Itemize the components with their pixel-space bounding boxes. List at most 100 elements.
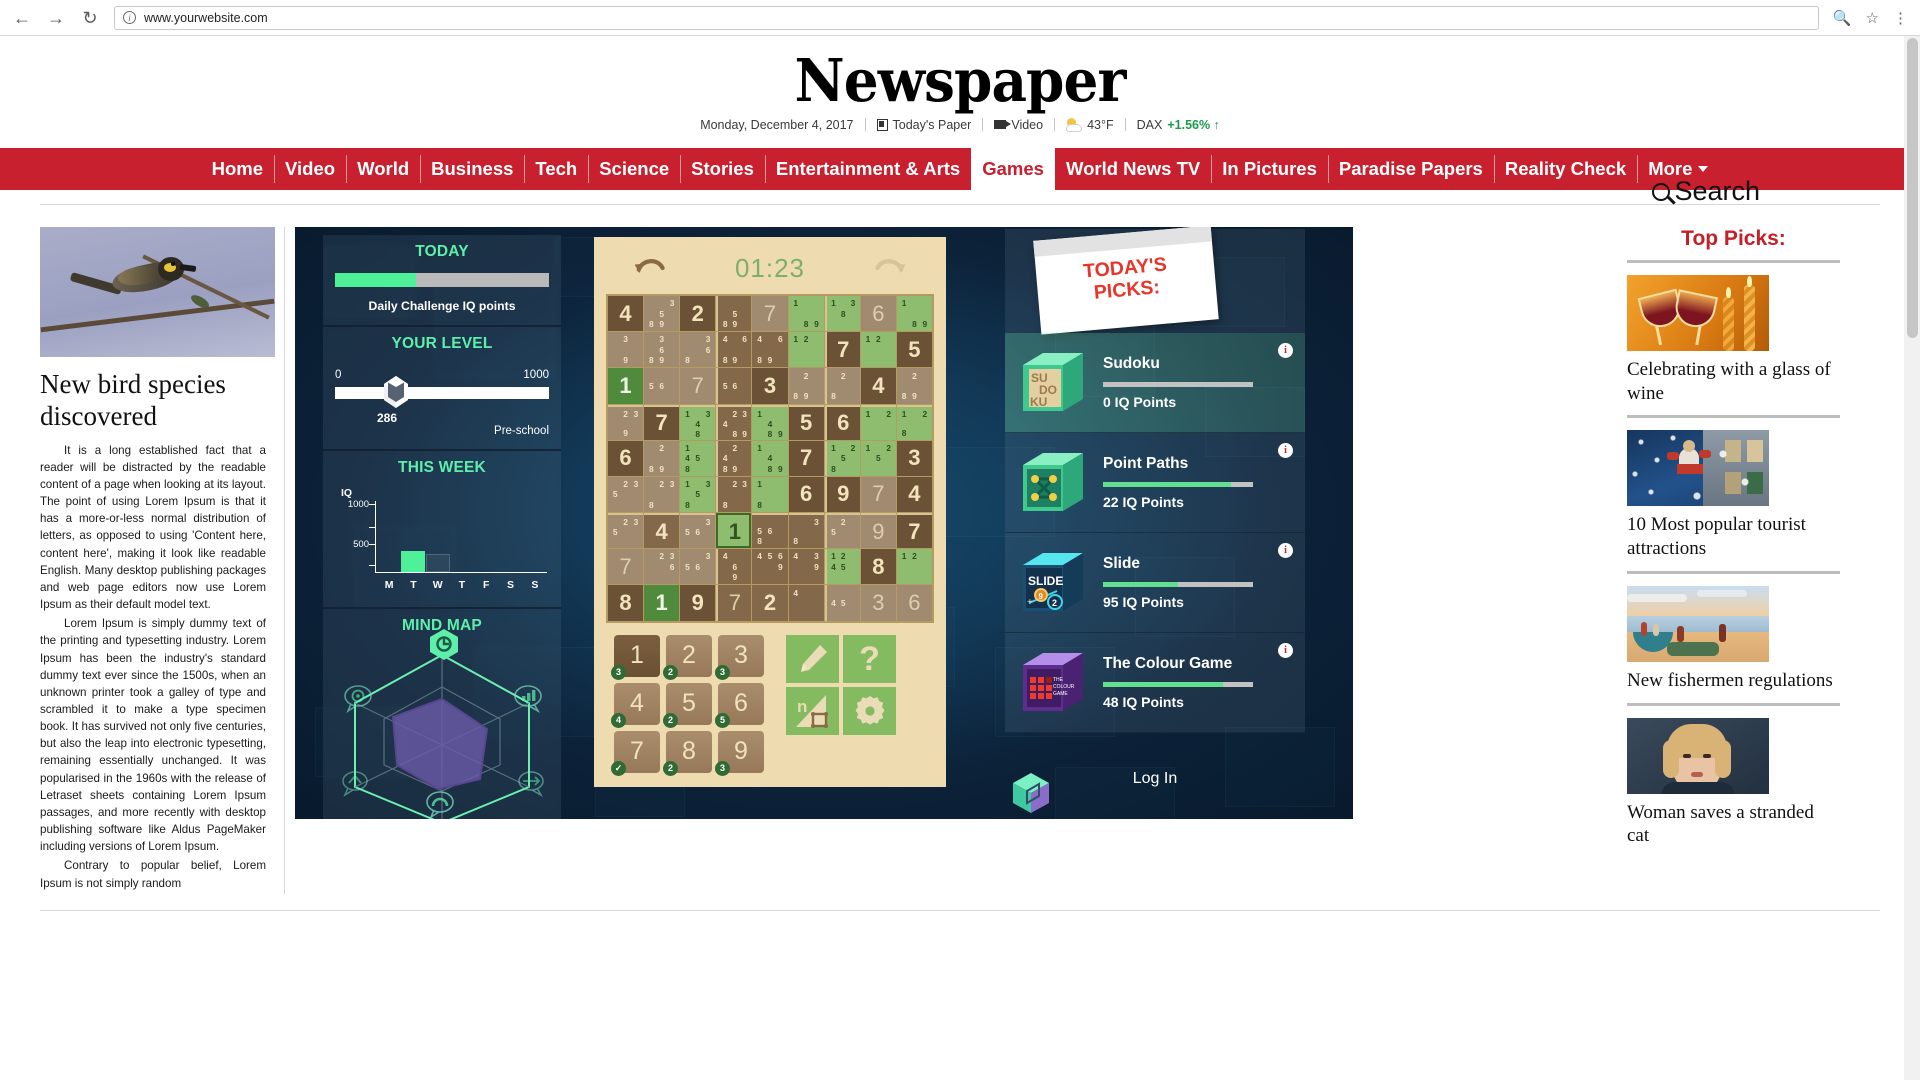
notes-icon[interactable]: n [786, 686, 839, 735]
site-info-icon[interactable]: i [123, 11, 136, 24]
sudoku-cell[interactable]: 18 [752, 476, 788, 513]
sudoku-cell[interactable]: 7 [680, 368, 716, 404]
nav-item-games[interactable]: Games [971, 147, 1055, 190]
nav-item-video[interactable]: Video [274, 148, 346, 190]
sudoku-cell[interactable]: 25 [824, 513, 860, 549]
sudoku-cell[interactable]: 4 [644, 513, 680, 549]
sudoku-cell[interactable]: 12 [860, 332, 896, 368]
nav-item-entertainment-arts[interactable]: Entertainment & Arts [764, 148, 971, 190]
sudoku-cell[interactable]: 8 [608, 585, 644, 621]
sudoku-cell[interactable]: 28 [824, 368, 860, 404]
pick-row[interactable]: THE COLOUR GAME The Colour Game 48 IQ Points… [1005, 632, 1305, 733]
sudoku-cell[interactable]: 189 [896, 295, 932, 332]
sudoku-cell[interactable]: 56 [644, 368, 680, 404]
sudoku-cell[interactable]: 3589 [644, 295, 680, 332]
sudoku-cell[interactable]: 1348 [680, 404, 716, 440]
numpad-key-4[interactable]: 44 [611, 682, 660, 728]
sudoku-cell[interactable]: 4 [896, 476, 932, 513]
sudoku-cell[interactable]: 289 [644, 440, 680, 476]
sudoku-cell[interactable]: 238 [716, 476, 752, 513]
login-label[interactable]: Log In [1133, 770, 1177, 788]
top-pick-item[interactable]: Celebrating with a glass of wine [1627, 263, 1840, 419]
scrollbar-thumb[interactable] [1907, 38, 1918, 338]
info-icon[interactable]: i [1278, 342, 1293, 358]
nav-item-home[interactable]: Home [201, 148, 274, 190]
sudoku-cell[interactable]: 38 [788, 513, 824, 549]
sudoku-cell[interactable]: 7 [752, 295, 788, 332]
sudoku-cell[interactable]: 12 [860, 404, 896, 440]
sudoku-cell[interactable]: 589 [716, 295, 752, 332]
sudoku-cell[interactable]: 7 [788, 440, 824, 476]
sudoku-cell[interactable]: 6 [824, 404, 860, 440]
sudoku-cell[interactable]: 1 [644, 585, 680, 621]
sudoku-cell[interactable]: 6 [896, 585, 932, 621]
nav-item-more[interactable]: More [1637, 148, 1719, 190]
sudoku-cell[interactable]: 6 [788, 476, 824, 513]
nav-item-reality-check[interactable]: Reality Check [1493, 148, 1637, 190]
numpad-key-9[interactable]: 93 [715, 730, 764, 776]
star-icon[interactable]: ☆ [1866, 9, 1879, 27]
sudoku-cell[interactable]: 45 [824, 585, 860, 621]
numpad-key-1[interactable]: 13 [611, 634, 660, 680]
top-pick-item[interactable]: New fishermen regulations [1627, 574, 1840, 706]
sudoku-cell[interactable]: 128 [896, 404, 932, 440]
sudoku-cell[interactable]: 12 [788, 332, 824, 368]
info-icon[interactable]: i [1278, 642, 1293, 658]
sudoku-cell[interactable]: 7 [896, 513, 932, 549]
reload-icon[interactable]: ↻ [80, 8, 100, 28]
sudoku-cell[interactable]: 138 [824, 295, 860, 332]
sudoku-cell[interactable]: 1245 [824, 549, 860, 585]
top-pick-item[interactable]: 10 Most popular tourist attractions [1627, 418, 1840, 574]
sudoku-cell[interactable]: 7 [716, 585, 752, 621]
numpad-key-6[interactable]: 65 [715, 682, 764, 728]
sudoku-cell[interactable]: 4 [788, 585, 824, 621]
sudoku-cell[interactable]: 1 [608, 368, 644, 404]
nav-item-world-news-tv[interactable]: World News TV [1055, 148, 1211, 190]
sudoku-cell[interactable]: 7 [824, 332, 860, 368]
sudoku-cell[interactable]: 439 [788, 549, 824, 585]
sudoku-cell[interactable]: 39 [608, 332, 644, 368]
sudoku-cell[interactable]: 1 [716, 513, 752, 549]
sudoku-cell[interactable]: 235 [608, 476, 644, 513]
market-widget[interactable]: DAX +1.56% ↑ [1126, 118, 1231, 132]
login-row[interactable]: Log In [1005, 733, 1305, 819]
sudoku-cell[interactable]: 125 [860, 440, 896, 476]
sudoku-cell[interactable]: 469 [716, 549, 752, 585]
sudoku-cell[interactable]: 239 [608, 404, 644, 440]
sudoku-cell[interactable]: 5 [896, 332, 932, 368]
pick-row[interactable]: SU DO KU Sudoku 0 IQ Points i [1005, 332, 1305, 433]
sudoku-cell[interactable]: 236 [644, 549, 680, 585]
sudoku-cell[interactable]: 368 [680, 332, 716, 368]
info-icon[interactable]: i [1278, 442, 1293, 458]
level-slider-knob[interactable] [383, 375, 409, 408]
nav-item-in-pictures[interactable]: In Pictures [1211, 148, 1328, 190]
redo-arrow-icon[interactable] [874, 256, 908, 280]
sudoku-cell[interactable]: 1489 [752, 440, 788, 476]
sudoku-cell[interactable]: 3689 [644, 332, 680, 368]
sudoku-cell[interactable]: 356 [680, 549, 716, 585]
nav-item-paradise-papers[interactable]: Paradise Papers [1327, 148, 1494, 190]
numpad-key-5[interactable]: 52 [663, 682, 712, 728]
sudoku-cell[interactable]: 7 [608, 549, 644, 585]
sudoku-grid[interactable]: 4358925897189138618939368936846894689127… [606, 293, 934, 623]
pick-row[interactable]: SLIDE 9 2 + Slide 95 IQ Points i [1005, 532, 1305, 633]
sudoku-cell[interactable]: 3 [860, 585, 896, 621]
todays-paper-link[interactable]: Today's Paper [866, 118, 983, 132]
sudoku-cell[interactable]: 4689 [752, 332, 788, 368]
sudoku-cell[interactable]: 4 [860, 368, 896, 404]
pick-row[interactable]: Point Paths 22 IQ Points i [1005, 432, 1305, 533]
sudoku-cell[interactable]: 1489 [752, 404, 788, 440]
sudoku-cell[interactable]: 3 [752, 368, 788, 404]
sudoku-cell[interactable]: 568 [752, 513, 788, 549]
sudoku-cell[interactable]: 1458 [680, 440, 716, 476]
back-arrow-icon[interactable]: ← [12, 8, 32, 28]
numpad-key-3[interactable]: 33 [715, 634, 764, 680]
sudoku-cell[interactable]: 9 [680, 585, 716, 621]
sudoku-cell[interactable]: 4689 [716, 332, 752, 368]
sudoku-cell[interactable]: 6 [860, 295, 896, 332]
sudoku-cell[interactable]: 12 [896, 549, 932, 585]
sudoku-cell[interactable]: 9 [824, 476, 860, 513]
mind-map-alltime-label[interactable]: All-Time [343, 818, 396, 819]
sudoku-cell[interactable]: 289 [896, 368, 932, 404]
sudoku-cell[interactable]: 23489 [716, 404, 752, 440]
